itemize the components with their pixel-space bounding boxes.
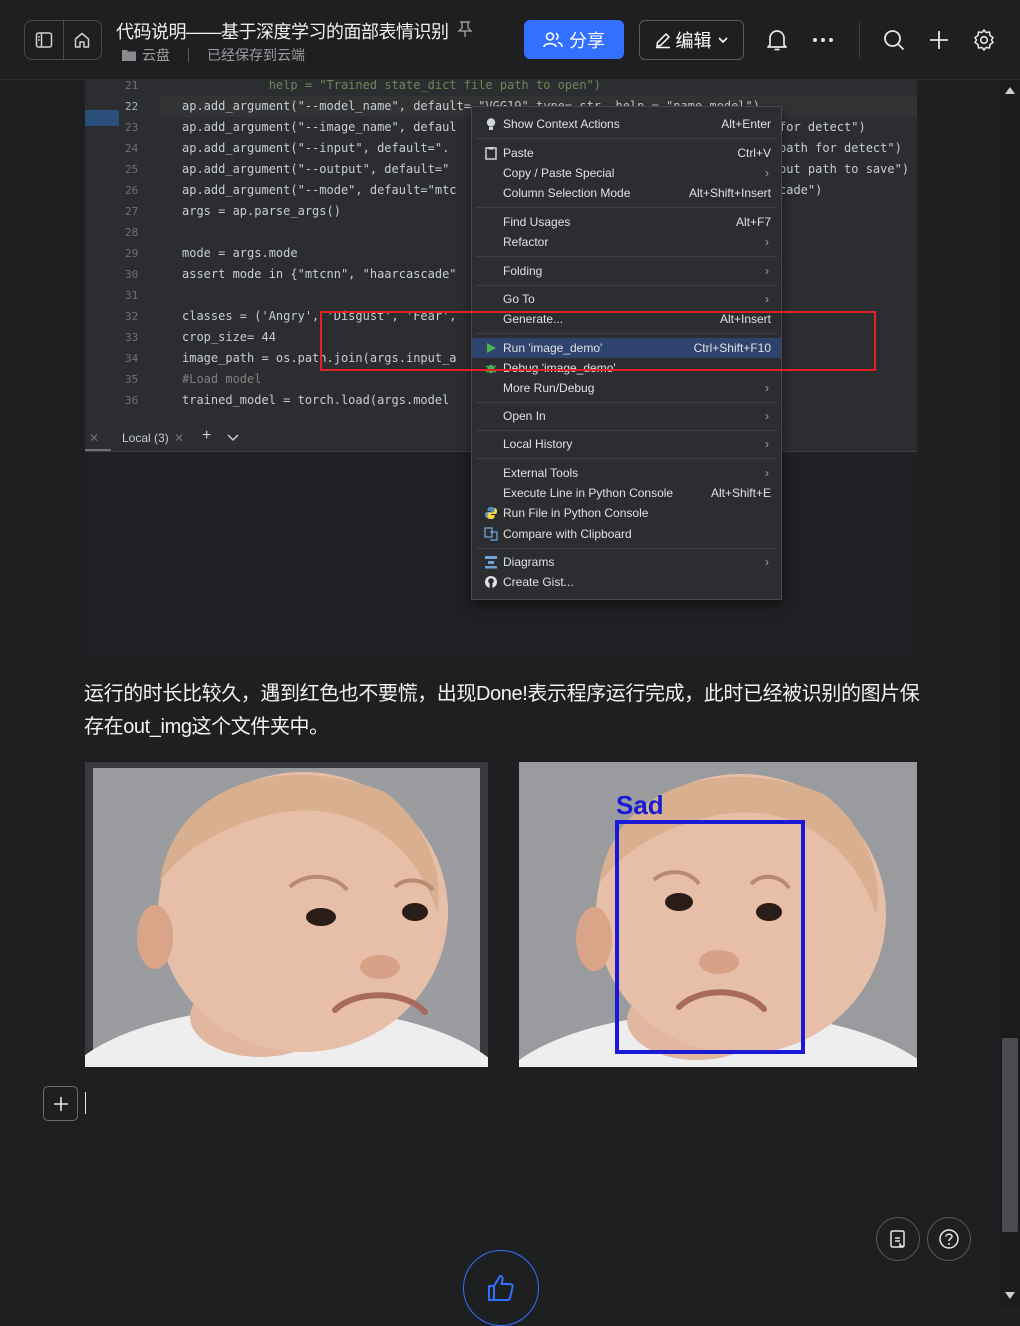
chevron-right-icon: ›: [765, 235, 769, 249]
menu-item-local-history[interactable]: Local History ›: [472, 434, 781, 454]
pencil-icon: [655, 33, 670, 49]
like-button[interactable]: [463, 1250, 539, 1326]
menu-separator: [476, 548, 777, 549]
compare-icon: [484, 527, 498, 541]
edit-label: 编辑: [675, 31, 712, 51]
divider: [859, 22, 860, 58]
scrollbar-thumb[interactable]: [1002, 1038, 1018, 1232]
menu-item-refactor[interactable]: Refactor ›: [472, 232, 781, 252]
menu-item-execute-line-python-console[interactable]: Execute Line in Python Console Alt+Shift+…: [472, 483, 781, 503]
chevron-right-icon: ›: [765, 466, 769, 480]
scroll-down-icon[interactable]: [1005, 1292, 1015, 1299]
share-label: 分享: [569, 30, 605, 51]
pin-icon[interactable]: [457, 20, 473, 43]
outline-button[interactable]: [876, 1217, 920, 1261]
detection-label: Sad: [616, 790, 664, 820]
chevron-right-icon: ›: [765, 437, 769, 451]
chevron-right-icon: ›: [765, 292, 769, 306]
menu-item-column-selection-mode[interactable]: Column Selection Mode Alt+Shift+Insert: [472, 183, 781, 203]
plus-icon: [53, 1096, 68, 1111]
settings-gear-icon[interactable]: [970, 26, 998, 54]
chevron-right-icon: ›: [765, 166, 769, 180]
tab-underline: [85, 449, 111, 451]
bell-icon[interactable]: [764, 27, 790, 53]
edit-mode-button[interactable]: 编辑: [639, 20, 744, 60]
menu-separator: [476, 285, 777, 286]
thumbs-up-icon: [488, 1275, 514, 1301]
detected-face-image: Sad: [519, 762, 917, 1067]
menu-separator: [476, 402, 777, 403]
code-line: 21 help = "Trained state_dict file path …: [125, 80, 602, 92]
chevron-right-icon: ›: [765, 264, 769, 278]
menu-item-paste[interactable]: Paste Ctrl+V: [472, 143, 781, 163]
view-toggle-group: [24, 20, 102, 60]
insert-block-button[interactable]: [43, 1086, 78, 1121]
menu-item-create-gist[interactable]: Create Gist...: [472, 572, 781, 592]
menu-item-compare-with-clipboard[interactable]: Compare with Clipboard: [472, 524, 781, 544]
menu-separator: [476, 256, 777, 257]
menu-item-run-file-python-console[interactable]: Run File in Python Console: [472, 503, 781, 523]
search-icon[interactable]: [880, 26, 908, 54]
chevron-down-icon[interactable]: [227, 433, 239, 443]
menu-separator: [476, 458, 777, 459]
original-face-image: [85, 762, 488, 1067]
users-icon: [543, 31, 563, 47]
menu-separator: [476, 207, 777, 208]
top-bar: 代码说明——基于深度学习的面部表情识别 云盘 已经保存到云端 分享 编辑: [0, 0, 1020, 80]
menu-separator: [476, 430, 777, 431]
clipboard-icon: [485, 147, 497, 160]
menu-item-show-context-actions[interactable]: Show Context Actions Alt+Enter: [472, 114, 781, 134]
doc-location[interactable]: 云盘: [142, 45, 170, 65]
doc-meta: 云盘 已经保存到云端: [122, 45, 305, 65]
menu-separator: [476, 138, 777, 139]
scroll-up-icon[interactable]: [1005, 87, 1015, 94]
diagram-icon: [485, 556, 497, 569]
body-paragraph[interactable]: 运行的时长比较久，遇到红色也不要慌，出现Done!表示程序运行完成，此时已经被识…: [84, 678, 924, 744]
sidebar-toggle-icon[interactable]: [25, 21, 63, 59]
add-icon[interactable]: [925, 26, 953, 54]
chevron-right-icon: ›: [765, 555, 769, 569]
more-icon[interactable]: [810, 27, 836, 53]
menu-item-open-in[interactable]: Open In ›: [472, 406, 781, 426]
chevron-down-icon: [717, 37, 728, 44]
divider: [188, 48, 189, 62]
chevron-right-icon: ›: [765, 381, 769, 395]
document-outline-icon: [890, 1230, 905, 1248]
share-button[interactable]: 分享: [524, 20, 624, 59]
highlight-annotation-box: [320, 311, 876, 371]
menu-item-find-usages[interactable]: Find Usages Alt+F7: [472, 212, 781, 232]
python-icon: [485, 507, 497, 519]
text-cursor: [85, 1092, 86, 1114]
close-icon[interactable]: ✕: [174, 431, 184, 445]
menu-item-copy-paste-special[interactable]: Copy / Paste Special ›: [472, 163, 781, 183]
help-button[interactable]: [927, 1217, 971, 1261]
terminal-tab-label[interactable]: Local (3): [122, 431, 169, 445]
menu-item-go-to[interactable]: Go To ›: [472, 289, 781, 309]
close-icon[interactable]: ✕: [89, 431, 99, 445]
help-question-icon: [939, 1229, 959, 1249]
github-icon: [485, 576, 497, 588]
menu-item-external-tools[interactable]: External Tools ›: [472, 463, 781, 483]
menu-item-folding[interactable]: Folding ›: [472, 261, 781, 281]
add-tab-icon[interactable]: +: [202, 427, 211, 445]
menu-item-more-run-debug[interactable]: More Run/Debug ›: [472, 378, 781, 398]
menu-item-diagrams[interactable]: Diagrams ›: [472, 552, 781, 572]
lightbulb-icon: [486, 118, 496, 130]
home-icon[interactable]: [62, 21, 102, 59]
save-status: 已经保存到云端: [207, 47, 305, 63]
chevron-right-icon: ›: [765, 409, 769, 423]
document-title[interactable]: 代码说明——基于深度学习的面部表情识别: [116, 18, 449, 44]
folder-icon: [122, 50, 136, 61]
